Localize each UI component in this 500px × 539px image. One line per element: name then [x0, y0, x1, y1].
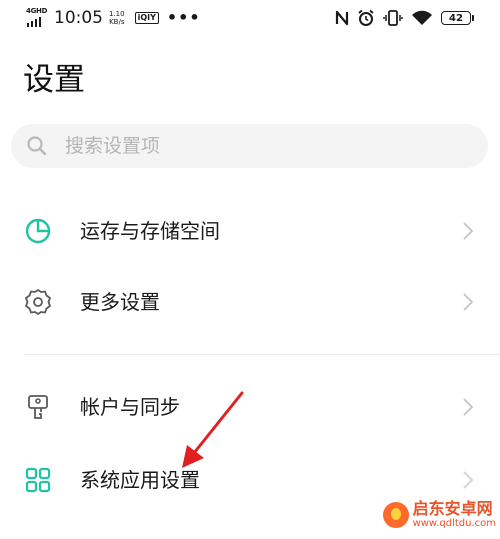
account-sync-icon — [28, 395, 48, 419]
apps-grid-icon — [25, 467, 51, 493]
iqiyi-notification-icon: iQIY — [134, 12, 159, 24]
cellular-indicator: 4GHD — [26, 7, 48, 29]
section-divider — [24, 354, 500, 355]
nfc-icon — [335, 10, 349, 26]
status-bar-right: 42 — [335, 6, 474, 30]
chevron-right-icon — [463, 398, 474, 416]
settings-item-label: 系统应用设置 — [80, 468, 200, 492]
more-notifications-icon: ••• — [166, 8, 201, 27]
battery-icon: 42 — [441, 11, 474, 25]
network-type: 4GHD — [26, 7, 48, 15]
signal-bars-icon — [27, 17, 41, 27]
search-icon — [27, 136, 47, 156]
gear-icon — [25, 289, 51, 315]
page-title: 设置 — [23, 62, 85, 98]
settings-item-storage[interactable]: 运存与存储空间 — [0, 201, 500, 261]
settings-item-more[interactable]: 更多设置 — [0, 272, 500, 332]
battery-level: 42 — [449, 12, 463, 24]
settings-item-label: 帐户与同步 — [80, 395, 180, 419]
settings-item-label: 更多设置 — [80, 290, 160, 314]
status-bar: 4GHD 10:05 1.10 KB/s iQIY ••• 42 — [0, 0, 500, 36]
storage-pie-icon — [25, 218, 51, 244]
watermark-flame-icon — [382, 502, 409, 528]
network-speed-unit: KB/s — [109, 18, 125, 26]
chevron-right-icon — [463, 293, 474, 311]
watermark-url: www.qdltdu.com — [412, 518, 496, 529]
wifi-icon — [412, 10, 432, 25]
annotation-arrow-icon — [182, 391, 244, 468]
settings-item-accounts[interactable]: 帐户与同步 — [0, 377, 500, 437]
watermark-logo: 启东安卓网 www.qdltdu.com — [382, 499, 496, 529]
network-speed-value: 1.10 — [109, 10, 125, 18]
network-speed: 1.10 KB/s — [109, 10, 125, 26]
settings-item-label: 运存与存储空间 — [80, 219, 220, 243]
search-input[interactable]: 搜索设置项 — [11, 124, 488, 168]
alarm-icon — [358, 9, 374, 26]
status-bar-left: 4GHD 10:05 1.10 KB/s iQIY ••• — [26, 6, 201, 30]
chevron-right-icon — [463, 471, 474, 489]
watermark-title: 启东安卓网 — [412, 499, 493, 518]
status-time: 10:05 — [54, 8, 103, 28]
chevron-right-icon — [463, 222, 474, 240]
vibrate-icon — [383, 10, 403, 26]
search-placeholder: 搜索设置项 — [65, 135, 161, 157]
